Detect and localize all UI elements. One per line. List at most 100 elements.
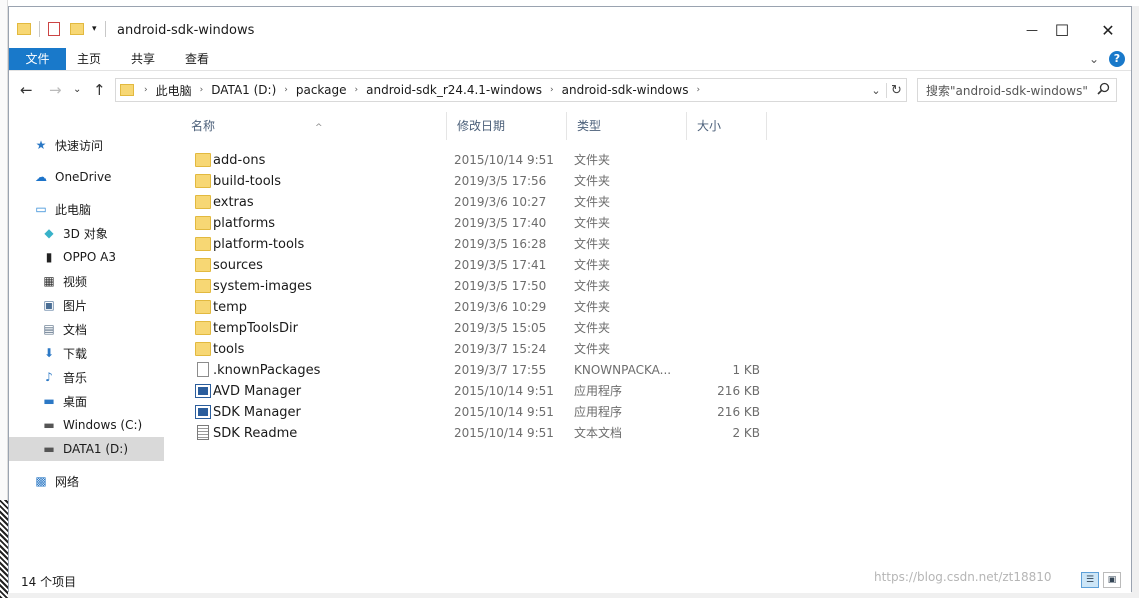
sidebar-item[interactable]: ▩ 网络 [9,469,164,493]
column-header-date[interactable]: 修改日期 [447,112,567,140]
up-icon[interactable]: ↑ [93,81,106,99]
table-row[interactable]: SDK Readme 2015/10/14 9:51 文本文档 2 KB [185,423,765,444]
search-input[interactable]: 搜索"android-sdk-windows" [926,82,1088,99]
file-size: 1 KB [732,363,760,377]
toolbar-divider [39,21,40,37]
file-size: 2 KB [732,426,760,440]
background-page-strip [0,0,8,598]
search-box[interactable]: 搜索"android-sdk-windows" [917,78,1117,102]
navigation-bar: ← → ⌄ ↑ › 此电脑 › DATA1 (D:) › package › a… [9,75,1131,105]
forward-icon[interactable]: → [49,81,62,99]
file-size [680,171,760,192]
file-date: 2015/10/14 9:51 [454,426,554,440]
table-row[interactable]: tools 2019/3/7 15:24 文件夹 [185,339,765,360]
details-view-icon[interactable]: ☰ [1081,572,1099,588]
large-icons-view-icon[interactable]: ▣ [1103,572,1121,588]
close-button[interactable]: ✕ [1085,15,1131,45]
file-date: 2015/10/14 9:51 [454,384,554,398]
address-dropdown-icon[interactable]: ⌄ [866,84,886,97]
maximize-button[interactable]: ☐ [1039,15,1085,45]
recent-locations-icon[interactable]: ⌄ [73,84,81,95]
properties-icon[interactable] [48,22,60,36]
refresh-icon[interactable]: ↻ [886,82,906,98]
file-type: 应用程序 [574,384,623,398]
table-row[interactable]: .knownPackages 2019/3/7 17:55 KNOWNPACKA..… [185,360,765,381]
file-size: 216 KB [717,405,760,419]
sidebar-item[interactable]: ▤ 文档 [9,317,164,341]
tab-file[interactable]: 文件 [9,48,66,70]
application-icon [195,405,211,419]
sidebar-item[interactable]: ★ 快速访问 [9,133,164,157]
breadcrumb-data1[interactable]: DATA1 (D:) [207,83,280,97]
sidebar-item[interactable]: ▬ DATA1 (D:) [9,437,164,461]
watermark: https://blog.csdn.net/zt18810 [874,570,1052,584]
address-bar[interactable]: › 此电脑 › DATA1 (D:) › package › android-s… [115,78,907,102]
breadcrumb-sdk-r24[interactable]: android-sdk_r24.4.1-windows [362,83,546,97]
sidebar-item[interactable]: ▦ 视频 [9,269,164,293]
table-row[interactable]: SDK Manager 2015/10/14 9:51 应用程序 216 KB [185,402,765,423]
breadcrumb-sdk-windows[interactable]: android-sdk-windows [558,83,693,97]
sidebar-item[interactable]: ◆ 3D 对象 [9,221,164,245]
sidebar-item[interactable]: ▬ 桌面 [9,389,164,413]
file-size [680,213,760,234]
ribbon-tabs: 文件 主页 共享 查看 ⌄ ? [9,47,1131,71]
sidebar-item[interactable]: ⬇ 下载 [9,341,164,365]
folder-icon [195,195,211,209]
table-row[interactable]: sources 2019/3/5 17:41 文件夹 [185,255,765,276]
sidebar-item[interactable]: ♪ 音乐 [9,365,164,389]
sidebar-item-label: 快速访问 [55,138,104,153]
sidebar-item[interactable]: ☁ OneDrive [9,165,164,189]
desktop-icon: ▬ [43,394,55,408]
breadcrumb-separator[interactable]: › [351,85,363,95]
table-row[interactable]: platform-tools 2019/3/5 16:28 文件夹 [185,234,765,255]
breadcrumb-separator[interactable]: › [546,85,558,95]
breadcrumb-package[interactable]: package [292,83,351,97]
column-header-type[interactable]: 类型 [567,112,687,140]
column-header-name[interactable]: 名称 ^ [181,112,447,140]
file-date: 2019/3/5 15:05 [454,321,547,335]
sidebar-item[interactable]: ▣ 图片 [9,293,164,317]
file-size [680,318,760,339]
sidebar-item[interactable]: ▬ Windows (C:) [9,413,164,437]
tab-share[interactable]: 共享 [123,48,163,70]
table-row[interactable]: temp 2019/3/6 10:29 文件夹 [185,297,765,318]
breadcrumb-separator[interactable]: › [692,85,704,95]
breadcrumb-separator[interactable]: › [196,85,208,95]
column-date-label: 修改日期 [457,119,506,133]
sidebar-item[interactable]: ▭ 此电脑 [9,197,164,221]
folder-icon [195,237,211,251]
table-row[interactable]: tempToolsDir 2019/3/5 15:05 文件夹 [185,318,765,339]
column-name-label: 名称 [191,119,216,133]
tab-view[interactable]: 查看 [177,48,217,70]
back-icon[interactable]: ← [20,81,33,99]
video-icon: ▦ [43,274,55,288]
file-date: 2019/3/7 15:24 [454,342,547,356]
folder-icon [195,216,211,230]
file-name: platforms [213,216,276,231]
expand-ribbon-icon[interactable]: ⌄ [1089,52,1099,66]
item-count: 14 个项目 [21,575,77,589]
tab-home[interactable]: 主页 [69,48,109,70]
column-header-size[interactable]: 大小 [687,112,767,140]
table-row[interactable]: AVD Manager 2015/10/14 9:51 应用程序 216 KB [185,381,765,402]
file-date: 2019/3/7 17:55 [454,363,547,377]
new-folder-icon[interactable] [70,23,84,35]
help-icon[interactable]: ? [1109,51,1125,67]
sidebar-item[interactable]: ▮ OPPO A3 [9,245,164,269]
table-row[interactable]: build-tools 2019/3/5 17:56 文件夹 [185,171,765,192]
breadcrumb-this-pc[interactable]: 此电脑 [152,82,196,99]
title-bar: ▾ android-sdk-windows — ☐ ✕ [9,7,1131,47]
table-row[interactable]: platforms 2019/3/5 17:40 文件夹 [185,213,765,234]
table-row[interactable]: system-images 2019/3/5 17:50 文件夹 [185,276,765,297]
file-name: temp [213,300,248,315]
table-row[interactable]: add-ons 2015/10/14 9:51 文件夹 [185,150,765,171]
customize-toolbar-icon[interactable]: ▾ [92,24,97,34]
address-tail: ⌄ ↻ [866,79,906,101]
documents-icon: ▤ [43,322,55,336]
file-date: 2019/3/5 16:28 [454,237,547,251]
folder-icon [195,174,211,188]
breadcrumb-separator[interactable]: › [280,85,292,95]
table-row[interactable]: extras 2019/3/6 10:27 文件夹 [185,192,765,213]
breadcrumb-separator[interactable]: › [140,85,152,95]
file-date: 2019/3/6 10:29 [454,300,547,314]
